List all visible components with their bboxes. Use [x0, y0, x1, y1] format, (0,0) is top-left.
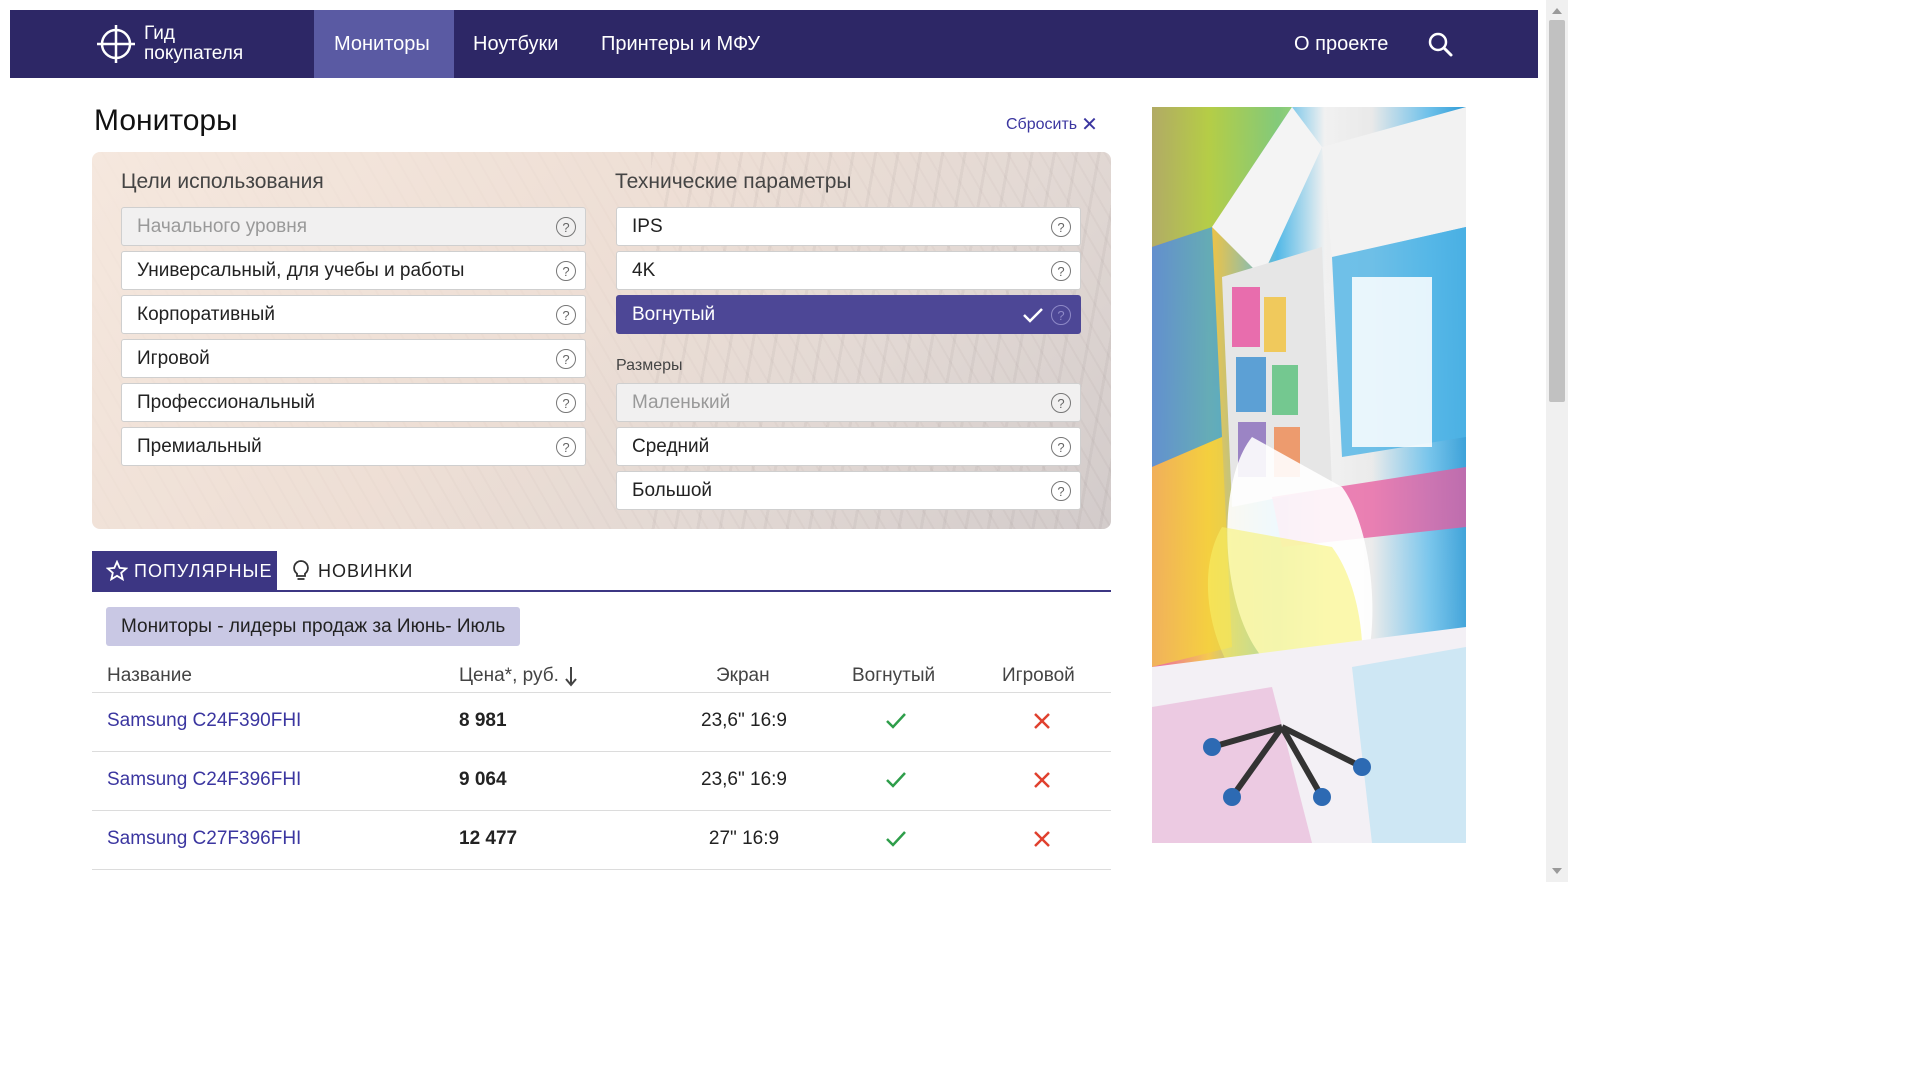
help-icon[interactable]: ?	[1051, 393, 1071, 413]
tab-new-label: НОВИНКИ	[318, 560, 414, 581]
filter-tech-curved[interactable]: Вогнутый ?	[616, 295, 1081, 334]
top-navigation-bar: Гид покупателя Мониторы Ноутбуки Принтер…	[10, 10, 1538, 78]
scroll-down-arrow-icon[interactable]	[1552, 868, 1562, 874]
cross-icon	[1034, 772, 1050, 788]
column-header-name[interactable]: Название	[107, 665, 192, 687]
row-divider	[92, 869, 1111, 870]
site-logo[interactable]: Гид покупателя	[96, 20, 243, 68]
help-icon[interactable]: ?	[1051, 217, 1071, 237]
product-screen: 23,6" 16:9	[701, 710, 787, 731]
reset-label: Сбросить	[1006, 116, 1078, 133]
close-icon: ✕	[1081, 114, 1098, 136]
sort-down-arrow-icon	[565, 667, 577, 687]
scroll-thumb[interactable]	[1549, 20, 1565, 402]
help-icon[interactable]: ?	[556, 217, 576, 237]
logo-line-2: покупателя	[144, 43, 244, 64]
sizes-heading: Размеры	[616, 357, 683, 374]
row-divider	[92, 751, 1111, 752]
product-price: 8 981	[459, 710, 507, 731]
filter-size-large[interactable]: Большой ?	[616, 471, 1081, 510]
help-icon[interactable]: ?	[1051, 481, 1071, 501]
filter-panel: Цели использования Начального уровня ? У…	[92, 152, 1111, 529]
filter-tech-4k[interactable]: 4K ?	[616, 251, 1081, 290]
option-label: Большой	[632, 479, 713, 501]
product-price: 12 477	[459, 828, 518, 849]
row-divider	[92, 692, 1111, 693]
option-label: Маленький	[632, 391, 731, 413]
help-icon[interactable]: ?	[1051, 437, 1071, 457]
filter-tech-ips[interactable]: IPS ?	[616, 207, 1081, 246]
column-header-screen[interactable]: Экран	[716, 665, 770, 687]
help-icon[interactable]: ?	[556, 261, 576, 281]
logo-line-1: Гид	[144, 23, 175, 44]
product-price: 9 064	[459, 769, 507, 790]
filter-usage-gaming[interactable]: Игровой ?	[121, 339, 586, 378]
star-icon	[106, 560, 128, 582]
tab-popular[interactable]: ПОПУЛЯРНЫЕ	[92, 551, 277, 591]
lightbulb-icon	[293, 560, 309, 580]
product-name-link[interactable]: Samsung C24F390FHI	[107, 710, 301, 732]
logo-text: Гид покупателя	[144, 24, 243, 64]
filter-size-medium[interactable]: Средний ?	[616, 427, 1081, 466]
page-title: Мониторы	[94, 104, 238, 137]
tab-underline	[92, 590, 1111, 592]
crosshair-logo-icon	[97, 25, 135, 63]
option-label: Игровой	[137, 347, 210, 369]
scroll-up-arrow-icon[interactable]	[1552, 8, 1562, 14]
column-header-gaming[interactable]: Игровой	[1002, 665, 1075, 687]
tab-popular-label: ПОПУЛЯРНЫЕ	[134, 560, 273, 581]
option-label: Начального уровня	[137, 215, 308, 237]
checkmark-icon	[1023, 308, 1043, 323]
row-divider	[92, 810, 1111, 811]
option-label: IPS	[632, 215, 663, 237]
filter-usage-entry-level[interactable]: Начального уровня ?	[121, 207, 586, 246]
price-header-label: Цена*, руб.	[459, 665, 559, 686]
usage-heading: Цели использования	[121, 170, 324, 193]
help-icon[interactable]: ?	[1051, 305, 1071, 325]
option-label: Вогнутый	[632, 303, 716, 325]
product-screen: 23,6" 16:9	[701, 769, 787, 790]
tab-new[interactable]: НОВИНКИ	[290, 551, 413, 591]
help-icon[interactable]: ?	[1051, 261, 1071, 281]
help-icon[interactable]: ?	[556, 393, 576, 413]
help-icon[interactable]: ?	[556, 437, 576, 457]
cross-icon	[1034, 831, 1050, 847]
help-icon[interactable]: ?	[556, 349, 576, 369]
option-label: 4K	[632, 259, 656, 281]
filter-usage-professional[interactable]: Профессиональный ?	[121, 383, 586, 422]
cross-icon	[1034, 713, 1050, 729]
help-icon[interactable]: ?	[556, 305, 576, 325]
nav-laptops[interactable]: Ноутбуки	[453, 10, 578, 78]
column-header-price[interactable]: Цена*, руб.	[459, 665, 579, 687]
option-label: Корпоративный	[137, 303, 275, 325]
filter-usage-universal[interactable]: Универсальный, для учебы и работы ?	[121, 251, 586, 290]
option-label: Премиальный	[137, 435, 262, 457]
nav-monitors[interactable]: Мониторы	[314, 10, 454, 78]
option-label: Средний	[632, 435, 710, 457]
filter-usage-corporate[interactable]: Корпоративный ?	[121, 295, 586, 334]
page-scrollbar[interactable]	[1546, 0, 1568, 882]
check-icon	[886, 772, 906, 788]
illustration-art	[1152, 107, 1466, 843]
period-badge[interactable]: Мониторы - лидеры продаж за Июнь- Июль	[106, 607, 521, 646]
option-label: Профессиональный	[137, 391, 315, 413]
decorative-office-illustration	[1152, 107, 1466, 843]
product-name-link[interactable]: Samsung C27F396FHI	[107, 828, 301, 850]
reset-filters-link[interactable]: Сбросить ✕	[1006, 114, 1098, 136]
option-label: Универсальный, для учебы и работы	[137, 259, 465, 281]
check-icon	[886, 713, 906, 729]
tech-heading: Технические параметры	[615, 170, 852, 193]
nav-printers[interactable]: Принтеры и МФУ	[581, 10, 780, 78]
search-icon[interactable]	[1426, 30, 1454, 58]
filter-size-small[interactable]: Маленький ?	[616, 383, 1081, 422]
product-name-link[interactable]: Samsung C24F396FHI	[107, 769, 301, 791]
filter-usage-premium[interactable]: Премиальный ?	[121, 427, 586, 466]
column-header-curved[interactable]: Вогнутый	[852, 665, 935, 687]
check-icon	[886, 831, 906, 847]
product-screen: 27" 16:9	[708, 828, 780, 849]
nav-about[interactable]: О проекте	[1274, 10, 1408, 78]
